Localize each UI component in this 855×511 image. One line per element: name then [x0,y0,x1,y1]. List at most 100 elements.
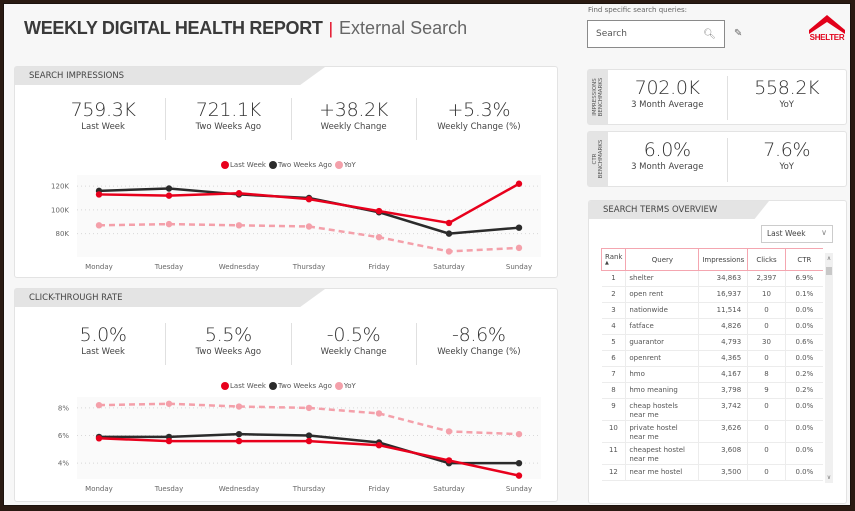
ctr-cell: 0.1% [785,286,823,303]
eraser-icon[interactable]: ✎ [734,28,742,39]
ctr-benchmarks-card: CTR BENCHMARKS 6.0% 3 Month Average 7.6% Y… [587,131,847,187]
table-body: 1 shelter 34,863 2,397 6.9% 2 open rent 16,937 1… [601,270,823,481]
x-tick-label: Friday [368,263,389,271]
data-point-yoy [165,220,173,228]
kpi-label: Two Weeks Ago [195,122,262,132]
kpi-two-weeks-ago: 5.5% Two Weeks Ago [166,323,292,365]
benchmark-side-label: CTR BENCHMARKS [592,139,604,179]
ctr-cell: 0.0% [785,318,823,335]
table-row[interactable]: 3 nationwide 11,514 0 0.0% [601,302,823,319]
data-point-yoy [95,401,103,409]
x-tick-label: Wednesday [219,485,260,493]
benchmark-label: YoY [779,162,794,172]
search-terms-panel: SEARCH TERMS OVERVIEW Last Week ∨ Rank ▲ … [588,200,847,504]
clicks-cell: 0 [747,420,786,443]
table-row[interactable]: 10 private hostel near me 3,626 0 0.0% [601,420,823,443]
kpi-label: Weekly Change [320,122,387,132]
rank-cell: 2 [601,286,627,303]
table-row[interactable]: 7 hmo 4,167 8 0.2% [601,366,823,383]
benchmark-yoy: 558.2K YoY [728,76,847,120]
y-tick-label: 4% [58,460,69,468]
ctr-cell: 0.2% [785,382,823,399]
ctr-section-title: CLICK-THROUGH RATE [15,289,325,307]
column-header-ctr[interactable]: CTR [785,248,823,271]
search-input[interactable]: Search 🔍︎ [587,20,725,48]
period-dropdown[interactable]: Last Week ∨ [761,225,833,243]
x-tick-label: Sunday [506,263,532,271]
report-subtitle: External Search [339,18,468,38]
data-point-yoy [95,222,103,229]
kpi-label: Two Weeks Ago [195,347,262,357]
data-point-two-weeks-ago [445,230,453,237]
table-header-row: Rank ▲ Query Impressions Clicks CTR [600,248,823,271]
benchmark-label: 3 Month Average [631,162,704,172]
x-tick-label: Wednesday [219,263,260,271]
impressions-cell: 4,826 [698,318,749,335]
clicks-cell: 9 [747,382,786,399]
table-row[interactable]: 12 near me hostel 3,500 0 0.0% [601,464,823,481]
x-tick-label: Saturday [433,263,465,271]
kpi-value: +5.3% [447,99,511,121]
search-placeholder: Search [596,29,627,39]
column-header-query[interactable]: Query [625,248,700,271]
table-scrollbar[interactable]: ∧ ∨ [825,253,833,483]
rank-cell: 11 [601,442,627,465]
data-point-last-week [445,219,453,227]
impressions-cell: 4,167 [698,366,749,383]
table-row[interactable]: 1 shelter 34,863 2,397 6.9% [601,270,823,287]
table-row[interactable]: 2 open rent 16,937 10 0.1% [601,286,823,303]
column-header-clicks[interactable]: Clicks [747,248,786,271]
data-point-two-weeks-ago [305,432,313,439]
impressions-cell: 3,608 [698,442,749,465]
kpi-value: 721.1K [195,99,261,121]
clicks-cell: 0 [747,442,786,465]
table-row[interactable]: 9 cheap hostels near me 3,742 0 0.0% [601,398,823,421]
kpi-value: -0.5% [326,324,381,346]
ctr-cell: 0.0% [785,302,823,319]
kpi-label: Weekly Change (%) [437,347,521,357]
scrollbar-thumb[interactable] [826,267,832,275]
table-row[interactable]: 4 fatface 4,826 0 0.0% [601,318,823,335]
data-point-yoy [445,428,453,435]
search-icon[interactable]: 🔍︎ [703,29,716,40]
scroll-up-icon[interactable]: ∧ [825,255,833,262]
search-terms-section-title: SEARCH TERMS OVERVIEW [589,201,769,219]
table-row[interactable]: 6 openrent 4,365 0 0.0% [601,350,823,367]
impressions-kpis: 759.3K Last Week 721.1K Two Weeks Ago +38.… [41,98,541,140]
table-row[interactable]: 11 cheapest hostel near me 3,608 0 0.0% [601,442,823,465]
table-row[interactable]: 8 hmo meaning 3,798 9 0.2% [601,382,823,399]
page-title: WEEKLY DIGITAL HEALTH REPORT | External Se… [24,18,467,39]
data-point-last-week [375,207,383,215]
query-cell: cheap hostels near me [625,398,700,421]
benchmark-yoy: 7.6% YoY [728,138,847,182]
query-cell: hmo meaning [625,382,700,399]
data-point-yoy [305,404,313,412]
query-cell: fatface [625,318,700,335]
scroll-down-icon[interactable]: ∨ [825,474,833,481]
impressions-cell: 3,626 [698,420,749,443]
kpi-label: Weekly Change (%) [437,122,521,132]
x-tick-label: Monday [85,263,113,271]
clicks-cell: 30 [747,334,786,351]
house-roof-icon [809,15,845,34]
column-header-rank[interactable]: Rank ▲ [600,248,627,271]
table-row[interactable]: 5 guarantor 4,793 30 0.6% [601,334,823,351]
ctr-benchmarks-label-bar: CTR BENCHMARKS [588,132,608,186]
search-terms-table: Rank ▲ Query Impressions Clicks CTR 1 shel… [600,248,823,481]
ctr-cell: 0.0% [785,398,823,421]
kpi-two-weeks-ago: 721.1K Two Weeks Ago [166,98,292,140]
rank-cell: 7 [601,366,627,383]
data-point-yoy [445,248,453,255]
kpi-weekly-change-pct: -8.6% Weekly Change (%) [417,323,541,365]
impressions-cell: 3,798 [698,382,749,399]
benchmark-3-month-average: 702.0K 3 Month Average [608,76,728,120]
impressions-benchmarks-label-bar: IMPRESSIONS BENCHMARKS [588,70,608,124]
y-tick-label: 8% [58,404,69,412]
query-cell: near me hostel [625,464,700,481]
ctr-cell: 0.0% [785,464,823,481]
plot-area [77,175,541,257]
column-header-impressions[interactable]: Impressions [698,248,749,271]
query-cell: open rent [625,286,700,303]
benchmark-value: 558.2K [754,77,820,99]
clicks-cell: 0 [747,302,786,319]
